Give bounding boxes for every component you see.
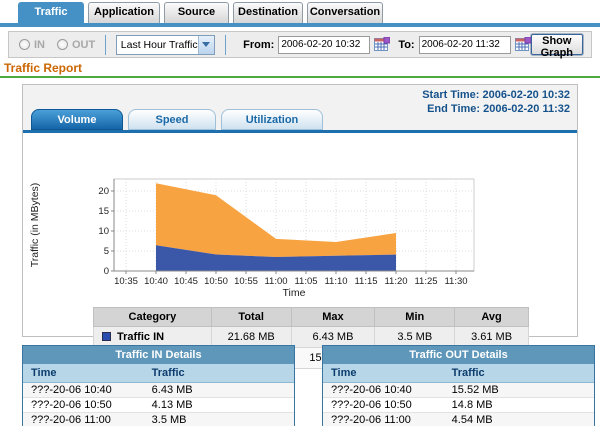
tab-bar-underline bbox=[0, 23, 600, 27]
toolbar-separator bbox=[105, 35, 106, 55]
direction-radio-group: IN OUT bbox=[19, 39, 95, 51]
svg-text:10:50: 10:50 bbox=[204, 276, 228, 287]
traffic-cell: 15.52 MB bbox=[448, 383, 594, 397]
time-range: Start Time: 2006-02-20 10:32 End Time: 2… bbox=[422, 88, 570, 116]
col-min: Min bbox=[375, 308, 455, 327]
svg-text:Traffic (in MBytes): Traffic (in MBytes) bbox=[29, 183, 41, 268]
radio-in[interactable] bbox=[19, 39, 30, 50]
traffic-report-panel: Start Time: 2006-02-20 10:32 End Time: 2… bbox=[22, 84, 578, 337]
col-max: Max bbox=[291, 308, 375, 327]
start-time: Start Time: 2006-02-20 10:32 bbox=[422, 88, 570, 102]
from-date-input[interactable] bbox=[278, 36, 370, 54]
svg-text:11:10: 11:10 bbox=[324, 276, 347, 287]
traffic-cell: 4.54 MB bbox=[448, 413, 594, 426]
svg-text:0: 0 bbox=[104, 266, 109, 277]
app-window: Traffic Application Source Destination C… bbox=[0, 0, 600, 426]
traffic-cell: 14.8 MB bbox=[448, 398, 594, 412]
period-select[interactable]: Last Hour Traffic bbox=[116, 35, 215, 55]
svg-text:10:40: 10:40 bbox=[144, 276, 168, 287]
col-time: Time bbox=[323, 364, 448, 382]
col-category: Category bbox=[94, 308, 212, 327]
time-cell: ???-20-06 10:50 bbox=[23, 398, 148, 412]
time-cell: ???-20-06 11:00 bbox=[323, 413, 448, 426]
summary-header-row: Category Total Max Min Avg bbox=[94, 308, 529, 327]
table-row: ???-20-06 11:00 3.5 MB bbox=[23, 413, 294, 426]
svg-text:11:15: 11:15 bbox=[354, 276, 377, 287]
tab-application[interactable]: Application bbox=[88, 2, 160, 23]
table-row: ???-20-06 10:40 15.52 MB bbox=[323, 383, 594, 398]
radio-out-label: OUT bbox=[72, 39, 95, 51]
chevron-down-icon bbox=[198, 36, 214, 54]
page-title: Traffic Report bbox=[4, 61, 82, 75]
calendar-icon[interactable] bbox=[374, 37, 390, 52]
traffic-out-details-table: Traffic OUT Details Time Traffic ???-20-… bbox=[322, 345, 595, 426]
volume-tab-content: 10:35 10:40 10:45 10:50 10:55 11:00 11:05 11:10… bbox=[23, 133, 577, 336]
time-cell: ???-20-06 10:40 bbox=[23, 383, 148, 397]
radio-out[interactable] bbox=[57, 39, 68, 50]
top-tab-bar: Traffic Application Source Destination C… bbox=[18, 2, 383, 23]
end-time: End Time: 2006-02-20 11:32 bbox=[422, 102, 570, 116]
svg-text:15: 15 bbox=[98, 206, 109, 217]
out-details-title: Traffic OUT Details bbox=[323, 346, 594, 364]
table-row: ???-20-06 10:50 14.8 MB bbox=[323, 398, 594, 413]
time-cell: ???-20-06 10:50 bbox=[323, 398, 448, 412]
show-graph-button[interactable]: Show Graph bbox=[531, 34, 583, 55]
svg-text:11:00: 11:00 bbox=[264, 276, 287, 287]
in-details-title: Traffic IN Details bbox=[23, 346, 294, 364]
traffic-cell: 3.5 MB bbox=[148, 413, 294, 426]
period-select-value: Last Hour Traffic bbox=[117, 39, 198, 51]
col-time: Time bbox=[23, 364, 148, 382]
traffic-area-chart: 10:35 10:40 10:45 10:50 10:55 11:00 11:05 11:10… bbox=[24, 169, 504, 302]
svg-text:Time: Time bbox=[283, 287, 306, 299]
svg-text:11:05: 11:05 bbox=[294, 276, 317, 287]
traffic-cell: 6.43 MB bbox=[148, 383, 294, 397]
time-cell: ???-20-06 10:40 bbox=[323, 383, 448, 397]
svg-text:11:20: 11:20 bbox=[384, 276, 407, 287]
radio-in-label: IN bbox=[34, 39, 45, 51]
time-cell: ???-20-06 11:00 bbox=[23, 413, 148, 426]
tab-traffic[interactable]: Traffic bbox=[18, 2, 84, 23]
svg-text:10:55: 10:55 bbox=[234, 276, 258, 287]
svg-text:10:35: 10:35 bbox=[114, 276, 138, 287]
col-total: Total bbox=[211, 308, 291, 327]
traffic-in-details-table: Traffic IN Details Time Traffic ???-20-0… bbox=[22, 345, 295, 426]
tab-speed[interactable]: Speed bbox=[128, 109, 216, 130]
svg-text:20: 20 bbox=[98, 186, 109, 197]
traffic-in-swatch-icon bbox=[102, 332, 111, 341]
report-tab-bar: Volume Speed Utilization bbox=[31, 109, 323, 130]
to-date-input[interactable] bbox=[419, 36, 511, 54]
col-avg: Avg bbox=[455, 308, 529, 327]
svg-text:10:45: 10:45 bbox=[174, 276, 198, 287]
svg-text:11:25: 11:25 bbox=[414, 276, 437, 287]
tab-volume[interactable]: Volume bbox=[31, 109, 123, 130]
col-traffic: Traffic bbox=[448, 364, 594, 382]
col-traffic: Traffic bbox=[148, 364, 294, 382]
title-underline bbox=[0, 76, 600, 78]
table-row: ???-20-06 11:00 4.54 MB bbox=[323, 413, 594, 426]
from-label: From: bbox=[243, 39, 274, 51]
in-details-header: Time Traffic bbox=[23, 364, 294, 383]
svg-text:5: 5 bbox=[104, 246, 109, 257]
svg-text:10: 10 bbox=[98, 226, 109, 237]
table-row: ???-20-06 10:40 6.43 MB bbox=[23, 383, 294, 398]
tab-source[interactable]: Source bbox=[164, 2, 229, 23]
table-row: ???-20-06 10:50 4.13 MB bbox=[23, 398, 294, 413]
toolbar-separator bbox=[225, 35, 226, 55]
graph-toolbar: IN OUT Last Hour Traffic From: To: bbox=[8, 31, 592, 58]
to-label: To: bbox=[398, 39, 414, 51]
svg-text:11:30: 11:30 bbox=[444, 276, 467, 287]
tab-conversation[interactable]: Conversation bbox=[307, 2, 383, 23]
out-details-header: Time Traffic bbox=[323, 364, 594, 383]
calendar-icon[interactable] bbox=[515, 37, 531, 52]
tab-utilization[interactable]: Utilization bbox=[221, 109, 323, 130]
traffic-cell: 4.13 MB bbox=[148, 398, 294, 412]
tab-destination[interactable]: Destination bbox=[233, 2, 303, 23]
